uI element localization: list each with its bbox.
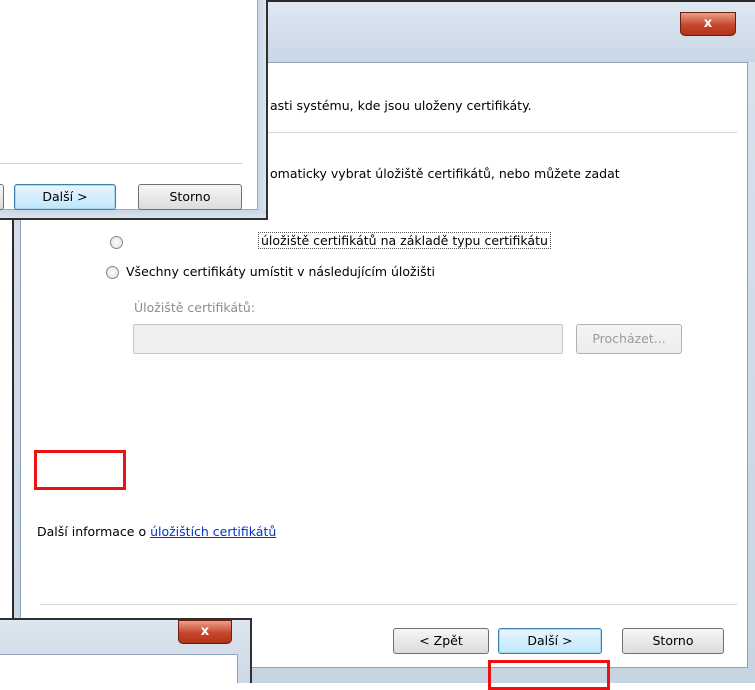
- close-icon[interactable]: x: [680, 12, 736, 36]
- certificate-store-field-label: Úložiště certifikátů:: [134, 300, 256, 315]
- background-dialog-close-icon[interactable]: x: [178, 620, 232, 644]
- store-location-description: asti systému, kde jsou uloženy certifiká…: [270, 98, 532, 113]
- background-dialog-next-button[interactable]: Další >: [14, 184, 116, 210]
- more-info-line: Další informace o úložištích certifikátů: [37, 524, 276, 539]
- auto-select-store-label[interactable]: úložiště certifikátů na základě typu cer…: [258, 232, 551, 249]
- certificate-stores-link[interactable]: úložištích certifikátů: [150, 524, 276, 539]
- background-dialog-bottom-content: [0, 654, 238, 683]
- back-button[interactable]: < Zpět: [393, 628, 489, 654]
- highlight-box: [34, 450, 126, 490]
- browse-button[interactable]: Procházet...: [576, 324, 682, 354]
- highlight-box-next: [488, 660, 610, 690]
- background-dialog-separator: [0, 163, 242, 164]
- background-dialog-cancel-button[interactable]: Storno: [138, 184, 242, 210]
- cancel-button[interactable]: Storno: [622, 628, 724, 654]
- place-all-in-store-radio[interactable]: [106, 266, 119, 279]
- place-all-in-store-label[interactable]: Všechny certifikáty umístit v následujíc…: [126, 264, 435, 279]
- background-dialog-top-frame: [258, 0, 266, 218]
- auto-select-description: omaticky vybrat úložiště certifikátů, ne…: [270, 166, 620, 181]
- more-info-prefix: Další informace o: [37, 524, 151, 539]
- auto-select-store-radio[interactable]: [110, 236, 123, 249]
- background-dialog-back-button[interactable]: [0, 184, 4, 210]
- background-dialog-top-bottom-frame: [0, 210, 266, 218]
- footer-separator: [40, 604, 737, 605]
- certificate-store-input[interactable]: [133, 324, 563, 354]
- background-dialog-top-content: [0, 0, 258, 210]
- next-button[interactable]: Další >: [498, 628, 602, 654]
